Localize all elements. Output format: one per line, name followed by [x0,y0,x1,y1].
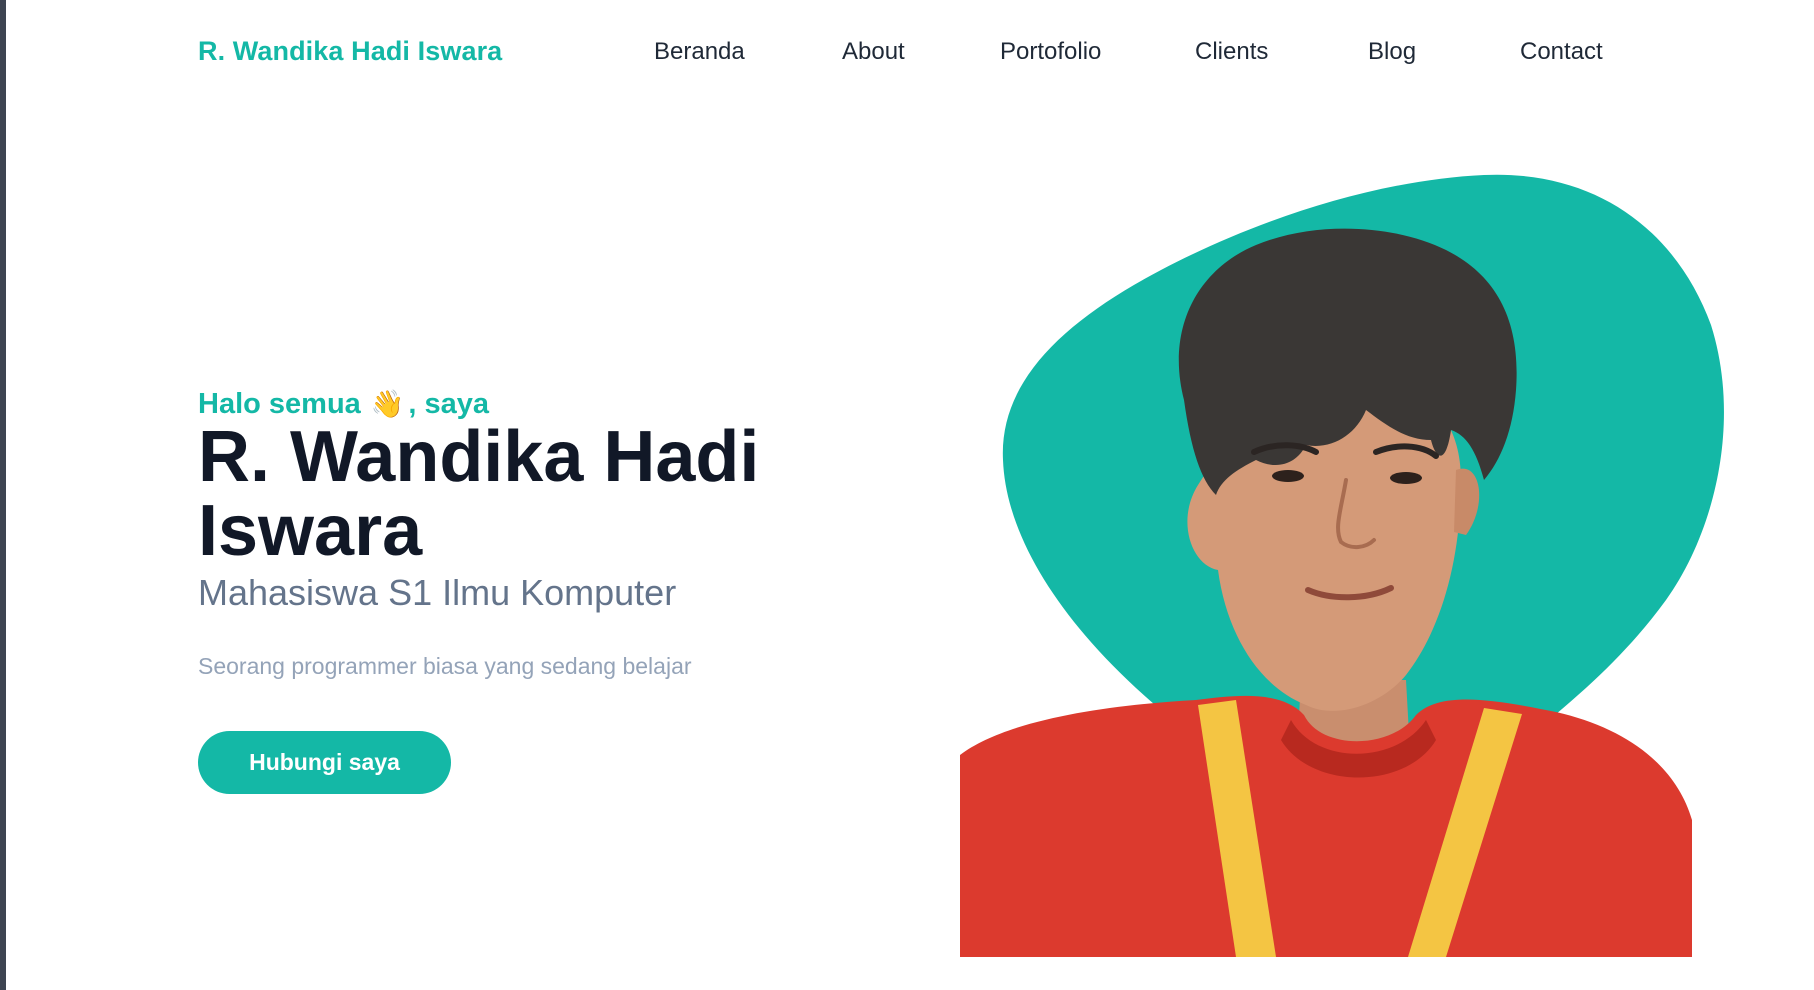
hero-name: R. Wandika Hadi Iswara [198,417,760,571]
nav-link-clients[interactable]: Clients [1195,38,1268,66]
waving-hand-icon: 👋 [370,389,405,419]
greeting-prefix: Halo semua [198,388,361,420]
nav-link-blog[interactable]: Blog [1368,38,1416,66]
hero-role: Mahasiswa S1 Ilmu Komputer [198,572,677,613]
contact-me-button[interactable]: Hubungi saya [198,731,451,794]
red-shirt [960,695,1692,957]
nav-link-contact[interactable]: Contact [1520,38,1603,66]
hero-visual [936,160,1736,960]
nav-link-portofolio[interactable]: Portofolio [1000,38,1101,66]
hero-tagline: Seorang programmer biasa yang sedang bel… [198,653,692,679]
nav-link-about[interactable]: About [842,38,905,66]
nav-links: Beranda About Portofolio Clients Blog Co… [6,38,1814,68]
hero-illustration [960,174,1724,957]
greeting-suffix: , saya [408,388,490,420]
nav-link-beranda[interactable]: Beranda [654,38,745,66]
page: R. Wandika Hadi Iswara Beranda About Por… [6,0,1814,990]
navbar: R. Wandika Hadi Iswara Beranda About Por… [6,0,1814,100]
